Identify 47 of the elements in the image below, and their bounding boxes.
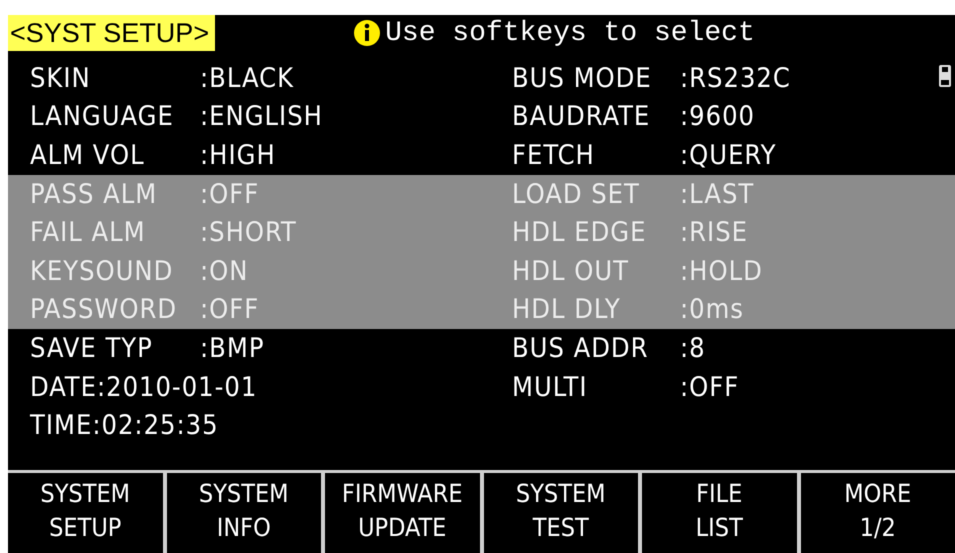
setting-value: :ON xyxy=(200,256,248,287)
setting-value: :HOLD xyxy=(680,256,763,287)
setting-label: BUS ADDR xyxy=(512,332,650,364)
setting-label: HDL EDGE xyxy=(512,217,648,248)
softkey-button[interactable]: SYSTEM INFO xyxy=(166,473,321,553)
setting-label: TIME xyxy=(30,410,92,442)
setting-value: :LAST xyxy=(680,178,754,210)
setting-value: :QUERY xyxy=(680,140,776,171)
setting-value: :9600 xyxy=(680,101,755,132)
softkey-button[interactable]: SYSTEM SETUP xyxy=(8,473,162,553)
setting-label: LOAD SET xyxy=(512,178,641,210)
setting-value: :SHORT xyxy=(200,217,297,248)
setting-label: BAUDRATE xyxy=(512,101,652,132)
setting-label: BUS MODE xyxy=(512,62,653,94)
setting-label: LANGUAGE xyxy=(30,101,175,132)
setting-label: MULTI xyxy=(512,372,589,403)
softkey-button[interactable]: SYSTEM TEST xyxy=(484,473,638,553)
setting-label: SKIN xyxy=(30,62,92,94)
softkey-button[interactable]: FIRMWARE UPDATE xyxy=(325,473,480,553)
setting-label: SAVE TYP xyxy=(30,332,154,364)
setting-label: FETCH xyxy=(512,140,596,171)
page-title: <SYST SETUP> xyxy=(8,15,216,51)
setting-label: ALM VOL xyxy=(30,140,146,171)
setting-value: :ENGLISH xyxy=(200,101,323,132)
setting-value: :RISE xyxy=(680,217,748,248)
setting-value: :OFF xyxy=(200,178,260,210)
setting-label: FAIL ALM xyxy=(30,217,147,248)
setting-value: :2010-01-01 xyxy=(96,372,258,403)
setting-value: :OFF xyxy=(680,372,740,403)
setting-value: :HIGH xyxy=(200,140,276,171)
setting-value: :8 xyxy=(680,332,706,364)
softkey-button[interactable]: FILE LIST xyxy=(642,473,796,553)
setting-value: :OFF xyxy=(200,294,260,326)
setting-label: HDL DLY xyxy=(512,294,622,326)
setting-label: DATE xyxy=(30,372,97,403)
setting-value: :BMP xyxy=(200,332,264,364)
setting-value: :BLACK xyxy=(200,62,294,94)
setting-label: PASS ALM xyxy=(30,178,158,210)
setting-label: PASSWORD xyxy=(30,294,178,326)
setting-value: :0ms xyxy=(680,294,744,326)
softkey-button[interactable]: MORE 1/2 xyxy=(800,473,955,553)
setting-value: :02:25:35 xyxy=(92,410,219,442)
setting-label: KEYSOUND xyxy=(30,256,174,287)
setting-value: :RS232C xyxy=(680,62,791,94)
info-icon xyxy=(353,19,382,47)
setting-label: HDL OUT xyxy=(512,256,630,287)
hint-message: Use softkeys to select xyxy=(385,18,755,48)
